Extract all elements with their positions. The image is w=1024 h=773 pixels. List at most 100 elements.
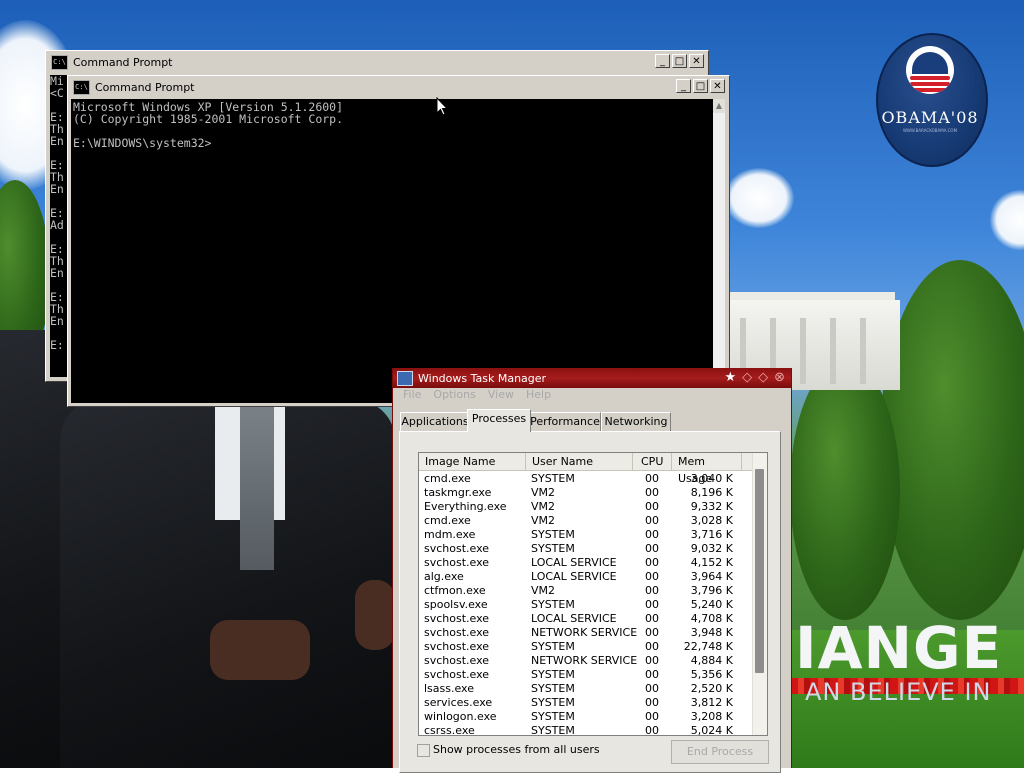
process-row[interactable]: svchost.exe SYSTEM 00 22,748 K [419,640,755,654]
cell-user-name: LOCAL SERVICE [531,612,617,625]
campaign-logo-emblem [906,46,954,94]
cmd-icon: C:\ [73,79,90,95]
tree [790,360,900,620]
menu-help[interactable]: Help [520,388,557,401]
cell-cpu: 00 [645,570,659,583]
minimize-button[interactable]: ◇ [742,370,752,386]
cell-cpu: 00 [645,654,659,667]
tab-processes[interactable]: Processes [467,409,531,432]
scroll-up-icon[interactable]: ▲ [713,99,725,113]
process-row[interactable]: svchost.exe SYSTEM 00 5,356 K [419,668,755,682]
maximize-button[interactable]: □ [693,79,708,93]
cell-image-name: cmd.exe [424,514,471,527]
cell-cpu: 00 [645,626,659,639]
process-row[interactable]: taskmgr.exe VM2 00 8,196 K [419,486,755,500]
process-row[interactable]: csrss.exe SYSTEM 00 5,024 K [419,724,755,736]
campaign-logo-text: OBAMA'08 [881,108,979,127]
process-row[interactable]: services.exe SYSTEM 00 3,812 K [419,696,755,710]
process-row[interactable]: cmd.exe SYSTEM 00 3,040 K [419,472,755,486]
process-row[interactable]: ctfmon.exe VM2 00 3,796 K [419,584,755,598]
task-manager-window[interactable]: Windows Task Manager ★ ◇ ◇ ⊗ File Option… [392,368,792,773]
task-manager-title: Windows Task Manager [418,371,547,385]
process-row[interactable]: cmd.exe VM2 00 3,028 K [419,514,755,528]
cmd-scrollbar[interactable]: ▲ [713,99,725,403]
process-row[interactable]: alg.exe LOCAL SERVICE 00 3,964 K [419,570,755,584]
menu-view[interactable]: View [482,388,520,401]
column-mem-usage[interactable]: Mem Usage [672,453,742,485]
process-row[interactable]: mdm.exe SYSTEM 00 3,716 K [419,528,755,542]
cell-mem-usage: 3,028 K [690,514,733,527]
tab-applications[interactable]: Applications [400,412,470,431]
scrollbar-thumb[interactable] [755,469,764,673]
process-row[interactable]: svchost.exe LOCAL SERVICE 00 4,152 K [419,556,755,570]
cell-image-name: services.exe [424,696,493,709]
hand [210,620,310,680]
process-row[interactable]: Everything.exe VM2 00 9,332 K [419,500,755,514]
minimize-button[interactable]: _ [655,54,670,68]
maximize-button[interactable]: □ [672,54,687,68]
process-row[interactable]: lsass.exe SYSTEM 00 2,520 K [419,682,755,696]
column-user-name[interactable]: User Name [526,453,633,470]
cell-user-name: NETWORK SERVICE [531,654,638,667]
menu-file[interactable]: File [397,388,427,401]
process-list-scrollbar[interactable] [752,453,767,735]
cell-user-name: LOCAL SERVICE [531,570,617,583]
minimize-button[interactable]: _ [676,79,691,93]
column [830,318,836,384]
campaign-logo-subtext: WWW.BARACKOBAMA.COM [902,128,958,133]
cmd-front-console[interactable]: Microsoft Windows XP [Version 5.1.2600](… [71,99,715,403]
cloud [724,168,794,228]
hand [355,580,395,650]
cell-mem-usage: 4,884 K [690,654,733,667]
column-image-name[interactable]: Image Name [419,453,526,470]
cell-cpu: 00 [645,682,659,695]
cell-mem-usage: 5,240 K [690,598,733,611]
cell-cpu: 00 [645,584,659,597]
cell-mem-usage: 8,196 K [690,486,733,499]
close-button[interactable]: ✕ [689,54,704,68]
cmd-window-front[interactable]: C:\ Command Prompt _ □ ✕ Microsoft Windo… [67,75,730,407]
cell-cpu: 00 [645,556,659,569]
end-process-button[interactable]: End Process [671,740,769,764]
cmd-front-titlebar[interactable]: C:\ Command Prompt _ □ ✕ [68,76,729,98]
cell-image-name: svchost.exe [424,612,490,625]
column [860,318,866,384]
column [800,318,806,384]
cell-mem-usage: 5,024 K [690,724,733,736]
slogan-change: IANGE [795,614,1003,682]
close-button[interactable]: ✕ [710,79,725,93]
cell-mem-usage: 3,796 K [690,584,733,597]
cell-user-name: SYSTEM [531,668,575,681]
process-row[interactable]: svchost.exe SYSTEM 00 9,032 K [419,542,755,556]
cell-user-name: SYSTEM [531,640,575,653]
star-icon[interactable]: ★ [724,370,736,386]
cell-image-name: cmd.exe [424,472,471,485]
process-row[interactable]: spoolsv.exe SYSTEM 00 5,240 K [419,598,755,612]
process-list[interactable]: Image Name User Name CPU Mem Usage cmd.e… [418,452,768,736]
tab-networking[interactable]: Networking [601,412,671,431]
column-cpu[interactable]: CPU [633,453,672,470]
cell-cpu: 00 [645,710,659,723]
show-all-users-checkbox[interactable] [417,744,430,757]
cell-user-name: SYSTEM [531,472,575,485]
cell-cpu: 00 [645,542,659,555]
maximize-button[interactable]: ◇ [758,370,768,386]
close-button[interactable]: ⊗ [774,370,785,386]
cell-user-name: SYSTEM [531,724,575,736]
process-row[interactable]: svchost.exe NETWORK SERVICE 00 3,948 K [419,626,755,640]
process-row[interactable]: svchost.exe NETWORK SERVICE 00 4,884 K [419,654,755,668]
cell-image-name: spoolsv.exe [424,598,488,611]
mouse-cursor-icon [436,97,448,116]
cmd-front-title: Command Prompt [95,80,195,94]
cell-user-name: NETWORK SERVICE [531,626,638,639]
cell-user-name: SYSTEM [531,598,575,611]
cmd-back-titlebar[interactable]: C:\ Command Prompt _ □ ✕ [46,51,708,73]
process-row[interactable]: winlogon.exe SYSTEM 00 3,208 K [419,710,755,724]
process-row[interactable]: svchost.exe LOCAL SERVICE 00 4,708 K [419,612,755,626]
task-manager-titlebar[interactable]: Windows Task Manager ★ ◇ ◇ ⊗ [393,368,791,388]
cell-cpu: 00 [645,472,659,485]
cell-mem-usage: 3,040 K [690,472,733,485]
menu-options[interactable]: Options [427,388,481,401]
tab-performance[interactable]: Performance [529,412,601,431]
cell-user-name: LOCAL SERVICE [531,556,617,569]
